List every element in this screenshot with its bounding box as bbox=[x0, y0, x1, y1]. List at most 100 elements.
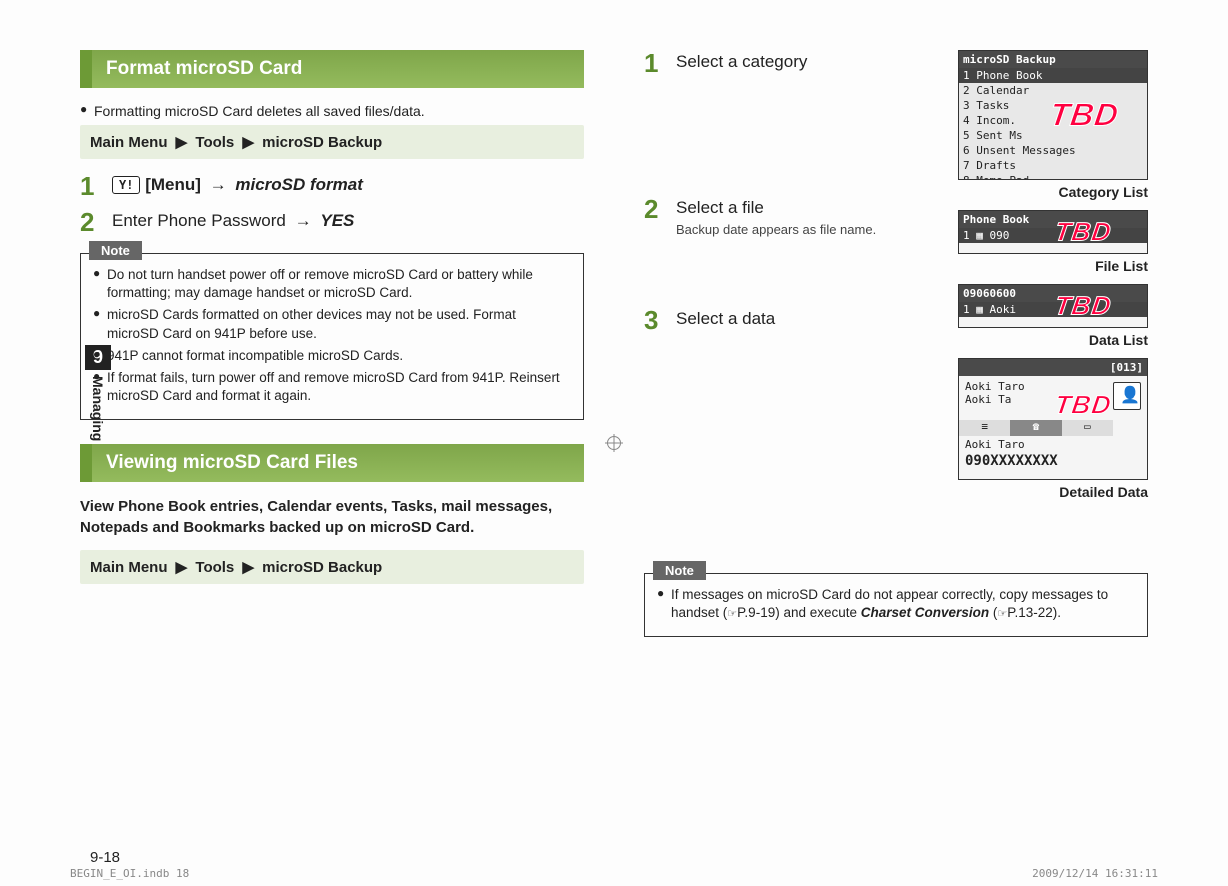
tbd-stamp: TBD bbox=[1048, 97, 1122, 134]
arrow-icon: → bbox=[295, 211, 312, 230]
tab-icon: ≡ bbox=[959, 420, 1010, 436]
step-body: Enter Phone Password → YES bbox=[112, 209, 354, 235]
note-item: ●If format fails, turn power off and rem… bbox=[93, 369, 571, 405]
caption-detail: Detailed Data bbox=[958, 484, 1148, 500]
step-dest: microSD format bbox=[235, 175, 363, 194]
nav-root: Main Menu bbox=[90, 559, 168, 576]
lead-text: Formatting microSD Card deletes all save… bbox=[94, 102, 584, 121]
note-item: ●Do not turn handset power off or remove… bbox=[93, 266, 571, 302]
note-item: ●941P cannot format incompatible microSD… bbox=[93, 347, 571, 365]
lead-bullet: ● Formatting microSD Card deletes all sa… bbox=[80, 102, 584, 121]
nav-tools: Tools bbox=[195, 559, 234, 576]
caption-file: File List bbox=[958, 258, 1148, 274]
screen-title: microSD Backup bbox=[959, 51, 1147, 68]
page-number: 9-18 bbox=[90, 849, 120, 866]
heading-viewing: Viewing microSD Card Files bbox=[80, 444, 584, 482]
step-dest: YES bbox=[320, 211, 354, 230]
note-label: Note bbox=[89, 241, 142, 260]
tab-icon: ☎ bbox=[1010, 420, 1061, 436]
bullet-icon: ● bbox=[80, 102, 94, 121]
step-number: 1 bbox=[80, 173, 112, 199]
tbd-stamp: TBD bbox=[1052, 217, 1113, 248]
nav-path-2: Main Menu ▶ Tools ▶ microSD Backup bbox=[80, 550, 584, 584]
note-text: If messages on microSD Card do not appea… bbox=[671, 586, 1135, 622]
bullet-icon: ● bbox=[657, 586, 671, 622]
nav-arrow-icon: ▶ bbox=[242, 134, 254, 151]
screen-row: 8 Memo Pad bbox=[959, 173, 1147, 180]
step-subtext: Backup date appears as file name. bbox=[676, 222, 876, 237]
screen-detail: [013] Aoki Taro Aoki Ta 👤 ≡ ☎ ▭ Aoki Tar… bbox=[958, 358, 1148, 480]
note-box: Note ●Do not turn handset power off or r… bbox=[80, 253, 584, 421]
step-body: Y! [Menu] → microSD format bbox=[112, 173, 363, 199]
step-number: 2 bbox=[80, 209, 112, 235]
note-body: ●Do not turn handset power off or remove… bbox=[81, 266, 583, 420]
bold-lead: View Phone Book entries, Calendar events… bbox=[80, 496, 584, 538]
screen-title: Phone Book bbox=[959, 211, 1147, 228]
note-ref1: P.9-19 bbox=[737, 605, 775, 620]
note-body: ● If messages on microSD Card do not app… bbox=[645, 586, 1147, 636]
pointer-icon: ☞ bbox=[997, 608, 1007, 620]
nav-root: Main Menu bbox=[90, 134, 168, 151]
screen-data: 09060600 1 ▦ Aoki TBD bbox=[958, 284, 1148, 328]
heading-format: Format microSD Card bbox=[80, 50, 584, 88]
screen-file: Phone Book 1 ▦ 090 TBD bbox=[958, 210, 1148, 254]
menu-suffix: [Menu] bbox=[145, 175, 201, 194]
note-text: Do not turn handset power off or remove … bbox=[107, 266, 571, 302]
screen-category: microSD Backup 1 Phone Book 2 Calendar 3… bbox=[958, 50, 1148, 180]
note-item: ●microSD Cards formatted on other device… bbox=[93, 306, 571, 342]
registration-mark-icon bbox=[605, 434, 623, 452]
pointer-icon: ☞ bbox=[727, 608, 737, 620]
r-step-1: 1 Select a category bbox=[644, 50, 894, 76]
note-item: ● If messages on microSD Card do not app… bbox=[657, 586, 1135, 622]
note-text: microSD Cards formatted on other devices… bbox=[107, 306, 571, 342]
note-box-right: Note ● If messages on microSD Card do no… bbox=[644, 573, 1148, 637]
bullet-icon: ● bbox=[93, 306, 107, 342]
nav-arrow-icon: ▶ bbox=[242, 559, 254, 576]
step-body: Select a data bbox=[676, 307, 775, 333]
screen-row: 7 Drafts bbox=[959, 158, 1147, 173]
nav-arrow-icon: ▶ bbox=[176, 559, 188, 576]
bullet-icon: ● bbox=[93, 266, 107, 302]
step-text: Select a file bbox=[676, 198, 764, 217]
step-body: Select a file Backup date appears as fil… bbox=[676, 196, 876, 237]
step-body: Select a category bbox=[676, 50, 807, 76]
bullet-icon: ● bbox=[93, 369, 107, 405]
detail-phone: 090XXXXXXXX bbox=[959, 453, 1147, 469]
bullet-icon: ● bbox=[93, 347, 107, 365]
avatar-icon: 👤 bbox=[1120, 385, 1140, 404]
note-ref2: P.13-22 bbox=[1007, 605, 1053, 620]
step-number: 1 bbox=[644, 50, 676, 76]
nav-arrow-icon: ▶ bbox=[176, 134, 188, 151]
note-label: Note bbox=[653, 561, 706, 580]
screen-title: 09060600 bbox=[959, 285, 1147, 302]
nav-backup: microSD Backup bbox=[262, 559, 382, 576]
note-text: If format fails, turn power off and remo… bbox=[107, 369, 571, 405]
screenshots-column: microSD Backup 1 Phone Book 2 Calendar 3… bbox=[958, 50, 1148, 510]
nav-path-1: Main Menu ▶ Tools ▶ microSD Backup bbox=[80, 125, 584, 159]
note-suffix: ). bbox=[1053, 605, 1061, 620]
nav-backup: microSD Backup bbox=[262, 134, 382, 151]
step-1: 1 Y! [Menu] → microSD format bbox=[80, 173, 584, 199]
screen-row: 1 Phone Book bbox=[959, 68, 1147, 83]
detail-name3: Aoki Taro bbox=[959, 436, 1147, 453]
r-step-2: 2 Select a file Backup date appears as f… bbox=[644, 196, 894, 237]
arrow-icon: → bbox=[210, 175, 227, 194]
step-2: 2 Enter Phone Password → YES bbox=[80, 209, 584, 235]
right-column: 1 Select a category 2 Select a file Back… bbox=[614, 50, 1148, 836]
caption-data: Data List bbox=[958, 332, 1148, 348]
footer-right: 2009/12/14 16:31:11 bbox=[1032, 867, 1158, 880]
step-text: Enter Phone Password bbox=[112, 211, 286, 230]
tbd-stamp: TBD bbox=[1052, 389, 1113, 420]
caption-category: Category List bbox=[958, 184, 1148, 200]
tbd-stamp: TBD bbox=[1052, 291, 1113, 322]
note-text: 941P cannot format incompatible microSD … bbox=[107, 347, 571, 365]
footer-meta: BEGIN_E_OI.indb 18 2009/12/14 16:31:11 bbox=[70, 867, 1158, 880]
step-number: 2 bbox=[644, 196, 676, 237]
r-step-3: 3 Select a data bbox=[644, 307, 894, 333]
tab-icon: ▭ bbox=[1062, 420, 1113, 436]
note-italic: Charset Conversion bbox=[861, 605, 989, 620]
step-number: 3 bbox=[644, 307, 676, 333]
screen-row: 6 Unsent Messages bbox=[959, 143, 1147, 158]
softkey-y-icon: Y! bbox=[112, 176, 140, 194]
nav-tools: Tools bbox=[195, 134, 234, 151]
